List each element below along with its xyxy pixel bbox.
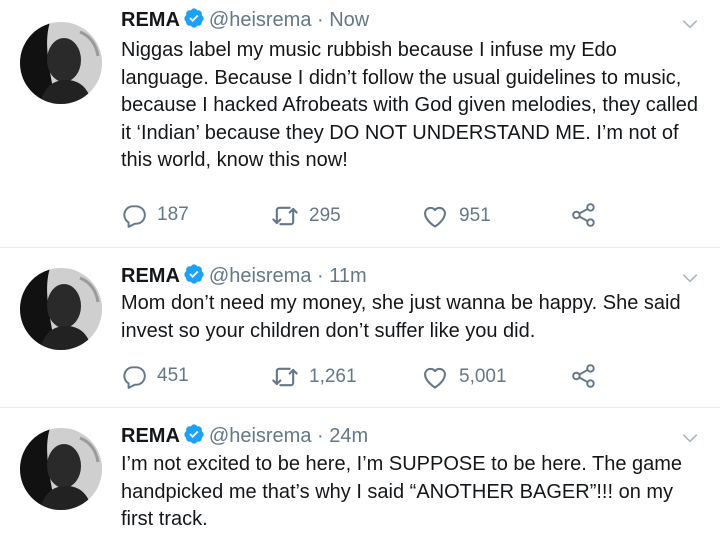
retweet-button[interactable]: 1,261 bbox=[271, 363, 357, 391]
like-icon bbox=[421, 202, 449, 230]
author-handle[interactable]: @heisrema bbox=[209, 9, 312, 31]
author-handle[interactable]: @heisrema bbox=[209, 425, 312, 447]
share-button[interactable] bbox=[571, 363, 597, 389]
separator: · bbox=[311, 9, 330, 31]
author-name[interactable]: REMA bbox=[121, 265, 180, 287]
tweet-actions: 187 295 951 bbox=[121, 202, 621, 230]
tweet-text: Mom don’t need my money, she just wanna … bbox=[121, 292, 681, 342]
tweet-header: REMA @heisrema · Now bbox=[121, 6, 369, 37]
separator: · bbox=[311, 265, 330, 287]
like-button[interactable]: 951 bbox=[421, 202, 491, 230]
retweet-button[interactable]: 295 bbox=[271, 202, 341, 230]
author-name[interactable]: REMA bbox=[121, 425, 180, 447]
reply-button[interactable]: 187 bbox=[121, 202, 189, 228]
reply-button[interactable]: 451 bbox=[121, 363, 189, 389]
author-handle[interactable]: @heisrema bbox=[209, 265, 312, 287]
tweet-time[interactable]: 24m bbox=[329, 425, 368, 447]
avatar[interactable] bbox=[20, 22, 102, 104]
tweet-text: Niggas label my music rubbish because I … bbox=[121, 39, 699, 171]
like-count: 951 bbox=[459, 205, 491, 226]
retweet-count: 295 bbox=[309, 205, 341, 226]
chevron-down-icon[interactable] bbox=[680, 14, 700, 39]
reply-icon bbox=[121, 363, 147, 389]
tweet-time[interactable]: 11m bbox=[329, 265, 366, 287]
avatar[interactable] bbox=[20, 428, 102, 510]
verified-badge-icon bbox=[183, 263, 205, 293]
separator: · bbox=[311, 425, 330, 447]
retweet-icon bbox=[271, 363, 299, 391]
like-count: 5,001 bbox=[459, 366, 507, 387]
tweet[interactable]: REMA @heisrema · 24m I’m not excited to b… bbox=[0, 408, 720, 542]
retweet-icon bbox=[271, 202, 299, 230]
like-button[interactable]: 5,001 bbox=[421, 363, 507, 391]
like-icon bbox=[421, 363, 449, 391]
chevron-down-icon[interactable] bbox=[680, 428, 700, 453]
tweet-header: REMA @heisrema · 11m bbox=[121, 262, 367, 293]
share-button[interactable] bbox=[571, 202, 597, 228]
reply-count: 187 bbox=[157, 204, 189, 225]
tweet[interactable]: REMA @heisrema · 11m Mom don’t need my mo… bbox=[0, 248, 720, 408]
avatar[interactable] bbox=[20, 268, 102, 350]
reply-count: 451 bbox=[157, 365, 189, 386]
share-icon bbox=[571, 202, 597, 228]
reply-icon bbox=[121, 202, 147, 228]
verified-badge-icon bbox=[183, 423, 205, 453]
tweet-header: REMA @heisrema · 24m bbox=[121, 422, 368, 453]
tweet-actions: 451 1,261 5,001 bbox=[121, 363, 621, 391]
tweet-text: I’m not excited to be here, I’m SUPPOSE … bbox=[121, 453, 683, 530]
author-name[interactable]: REMA bbox=[121, 9, 180, 31]
share-icon bbox=[571, 363, 597, 389]
tweet[interactable]: REMA @heisrema · Now Niggas label my musi… bbox=[0, 0, 720, 248]
verified-badge-icon bbox=[183, 7, 205, 37]
tweet-time[interactable]: Now bbox=[329, 9, 369, 31]
retweet-count: 1,261 bbox=[309, 366, 357, 387]
